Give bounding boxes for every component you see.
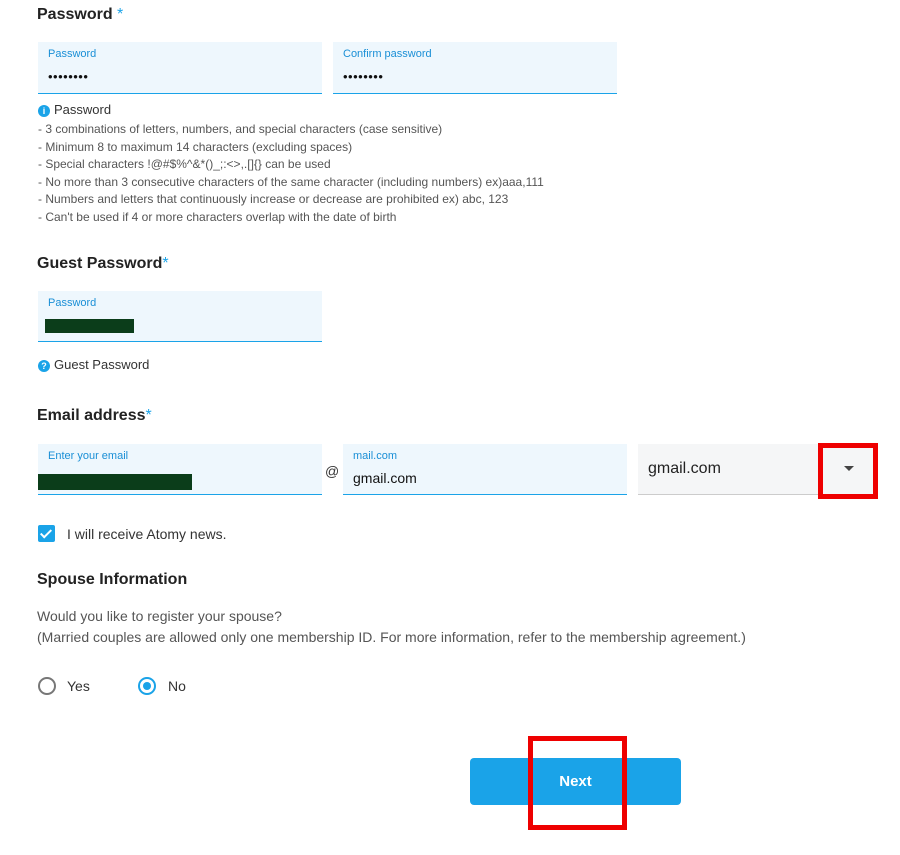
password-section-title: Password *	[37, 6, 123, 24]
spouse-yes-radio[interactable]	[38, 677, 56, 695]
password-field-value[interactable]: ••••••••	[48, 69, 88, 84]
confirm-password-label: Confirm password	[343, 48, 432, 60]
guest-password-info: ? Guest Password	[38, 357, 149, 372]
confirm-password-field[interactable]: Confirm password ••••••••	[333, 42, 617, 94]
spouse-yes-label[interactable]: Yes	[67, 678, 90, 694]
confirm-password-value[interactable]: ••••••••	[343, 69, 383, 84]
email-domain-select-value: gmail.com	[648, 460, 721, 477]
guest-password-section-title: Guest Password*	[37, 255, 169, 273]
news-checkbox-label[interactable]: I will receive Atomy news.	[67, 526, 227, 542]
help-icon: ?	[38, 359, 50, 372]
redaction-block	[45, 319, 134, 333]
password-rule: - Numbers and letters that continuously …	[38, 192, 509, 206]
spouse-no-radio[interactable]	[138, 677, 156, 695]
email-field-label: Enter your email	[48, 450, 129, 462]
password-rule: - Special characters !@#$%^&*()_;:<>,.[]…	[38, 157, 331, 171]
password-info: i Password	[38, 102, 111, 117]
password-rule: - Minimum 8 to maximum 14 characters (ex…	[38, 139, 353, 154]
check-icon	[39, 526, 53, 539]
guest-password-title-text: Guest Password	[37, 255, 163, 272]
guest-password-field[interactable]: Password	[38, 291, 322, 342]
password-rule: - No more than 3 consecutive characters …	[38, 174, 544, 189]
required-mark: *	[117, 6, 124, 23]
password-rule: - 3 combinations of letters, numbers, an…	[38, 122, 443, 136]
spouse-no-label[interactable]: No	[168, 678, 186, 694]
email-domain-value[interactable]: gmail.com	[353, 470, 417, 486]
password-rules: - 3 combinations of letters, numbers, an…	[38, 121, 738, 226]
spouse-section-title: Spouse Information	[37, 571, 188, 588]
password-field[interactable]: Password ••••••••	[38, 42, 322, 94]
email-section-title: Email address*	[37, 407, 152, 425]
spouse-description: Would you like to register your spouse? …	[37, 606, 746, 648]
password-info-title: Password	[54, 102, 112, 117]
guest-password-label: Password	[48, 297, 97, 309]
email-domain-field[interactable]: mail.com gmail.com	[343, 444, 627, 495]
at-sign: @	[325, 463, 340, 479]
email-title-text: Email address	[37, 407, 146, 424]
required-mark: *	[162, 255, 169, 272]
password-field-label: Password	[48, 48, 97, 60]
guest-password-info-title: Guest Password	[54, 357, 150, 372]
spouse-note: (Married couples are allowed only one me…	[37, 629, 746, 645]
highlight-box-dropdown	[818, 443, 878, 499]
spouse-question: Would you like to register your spouse?	[37, 608, 282, 624]
redaction-block	[38, 474, 192, 490]
password-title-text: Password	[37, 6, 113, 23]
news-checkbox[interactable]	[38, 525, 55, 542]
info-icon: i	[38, 104, 50, 117]
required-mark: *	[145, 407, 152, 424]
highlight-box-next	[528, 736, 627, 830]
email-domain-label: mail.com	[353, 450, 398, 462]
password-rule: - Can't be used if 4 or more characters …	[38, 209, 397, 224]
